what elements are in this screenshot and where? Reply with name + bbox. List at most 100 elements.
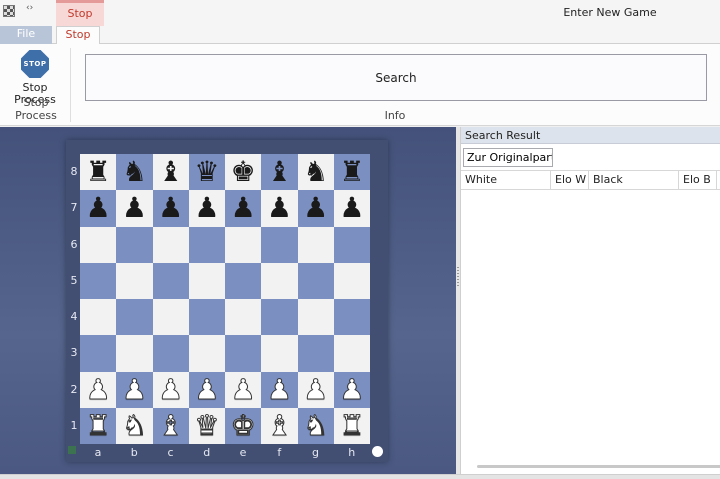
black-pawn-icon[interactable]: ♟ [231,194,256,222]
original-game-button[interactable]: Zur Originalpartie [463,148,553,167]
square-d5[interactable] [188,262,225,299]
square-g8[interactable]: ♞ [297,154,334,191]
square-a1[interactable]: ♜ [80,407,117,444]
square-g5[interactable] [297,262,334,299]
square-g7[interactable]: ♟ [297,190,334,227]
square-a6[interactable] [80,226,117,263]
square-c6[interactable] [152,226,189,263]
square-e2[interactable]: ♟ [225,371,262,408]
black-pawn-icon[interactable]: ♟ [303,194,328,222]
square-d6[interactable] [188,226,225,263]
black-pawn-icon[interactable]: ♟ [194,194,219,222]
square-a8[interactable]: ♜ [80,154,117,191]
square-f6[interactable] [261,226,298,263]
square-d8[interactable]: ♛ [188,154,225,191]
square-g4[interactable] [297,299,334,336]
column-header-black[interactable]: Black [589,171,679,189]
square-c3[interactable] [152,335,189,372]
chessboard[interactable]: ♜ ♞ ♝ ♛ ♚ ♝ ♞ ♜ ♟ ♟ ♟ ♟ ♟ ♟ ♟ ♟ ♟ ♟ ♟ ♟ ♟ ♟ ♟ ♟ ♜ ♞ ♝ ♛ ♚ ♝ ♞ ♜ [80,154,370,444]
square-h7[interactable]: ♟ [333,190,370,227]
search-button[interactable]: Search [85,54,707,101]
white-pawn-icon[interactable]: ♟ [230,375,256,404]
square-h2[interactable]: ♟ [333,371,370,408]
white-bishop-icon[interactable]: ♝ [158,411,184,440]
column-header-elo-w[interactable]: Elo W [551,171,589,189]
column-header-white[interactable]: White [461,171,551,189]
square-e4[interactable] [225,299,262,336]
square-b1[interactable]: ♞ [116,407,153,444]
square-a3[interactable] [80,335,117,372]
square-g2[interactable]: ♟ [297,371,334,408]
square-h5[interactable] [333,262,370,299]
square-b7[interactable]: ♟ [116,190,153,227]
square-e1[interactable]: ♚ [225,407,262,444]
white-pawn-icon[interactable]: ♟ [85,375,111,404]
square-f4[interactable] [261,299,298,336]
white-rook-icon[interactable]: ♜ [85,411,111,440]
white-bishop-icon[interactable]: ♝ [266,411,292,440]
horizontal-scrollbar[interactable] [477,465,720,468]
black-rook-icon[interactable]: ♜ [339,158,364,186]
black-queen-icon[interactable]: ♛ [194,158,219,186]
square-e6[interactable] [225,226,262,263]
black-knight-icon[interactable]: ♞ [122,158,147,186]
square-a2[interactable]: ♟ [80,371,117,408]
square-c4[interactable] [152,299,189,336]
black-bishop-icon[interactable]: ♝ [267,158,292,186]
white-queen-icon[interactable]: ♛ [194,411,220,440]
white-pawn-icon[interactable]: ♟ [194,375,220,404]
black-pawn-icon[interactable]: ♟ [86,194,111,222]
square-e7[interactable]: ♟ [225,190,262,227]
square-a5[interactable] [80,262,117,299]
square-g6[interactable] [297,226,334,263]
black-bishop-icon[interactable]: ♝ [158,158,183,186]
square-e3[interactable] [225,335,262,372]
white-pawn-icon[interactable]: ♟ [266,375,292,404]
square-b4[interactable] [116,299,153,336]
square-d1[interactable]: ♛ [188,407,225,444]
black-pawn-icon[interactable]: ♟ [267,194,292,222]
square-f5[interactable] [261,262,298,299]
square-b2[interactable]: ♟ [116,371,153,408]
square-d4[interactable] [188,299,225,336]
white-pawn-icon[interactable]: ♟ [339,375,365,404]
square-d7[interactable]: ♟ [188,190,225,227]
square-c1[interactable]: ♝ [152,407,189,444]
square-f7[interactable]: ♟ [261,190,298,227]
white-knight-icon[interactable]: ♞ [121,411,147,440]
square-a7[interactable]: ♟ [80,190,117,227]
white-pawn-icon[interactable]: ♟ [121,375,147,404]
square-b3[interactable] [116,335,153,372]
white-king-icon[interactable]: ♚ [230,411,256,440]
splitter-grip-icon[interactable] [457,267,459,287]
black-pawn-icon[interactable]: ♟ [122,194,147,222]
square-e8[interactable]: ♚ [225,154,262,191]
black-pawn-icon[interactable]: ♟ [158,194,183,222]
square-c7[interactable]: ♟ [152,190,189,227]
square-h6[interactable] [333,226,370,263]
square-e5[interactable] [225,262,262,299]
square-c5[interactable] [152,262,189,299]
square-h4[interactable] [333,299,370,336]
tab-file[interactable]: File [0,26,52,44]
square-h8[interactable]: ♜ [333,154,370,191]
square-a4[interactable] [80,299,117,336]
white-knight-icon[interactable]: ♞ [303,411,329,440]
quick-access-arrow-icon[interactable]: ‹› [26,3,33,13]
square-b5[interactable] [116,262,153,299]
square-d2[interactable]: ♟ [188,371,225,408]
black-knight-icon[interactable]: ♞ [303,158,328,186]
square-g1[interactable]: ♞ [297,407,334,444]
square-c8[interactable]: ♝ [152,154,189,191]
square-f1[interactable]: ♝ [261,407,298,444]
square-f8[interactable]: ♝ [261,154,298,191]
square-f3[interactable] [261,335,298,372]
square-b8[interactable]: ♞ [116,154,153,191]
square-h3[interactable] [333,335,370,372]
chessboard-app-icon[interactable] [3,5,15,17]
black-pawn-icon[interactable]: ♟ [339,194,364,222]
square-f2[interactable]: ♟ [261,371,298,408]
white-pawn-icon[interactable]: ♟ [158,375,184,404]
square-d3[interactable] [188,335,225,372]
tab-stop[interactable]: Stop [56,26,100,45]
